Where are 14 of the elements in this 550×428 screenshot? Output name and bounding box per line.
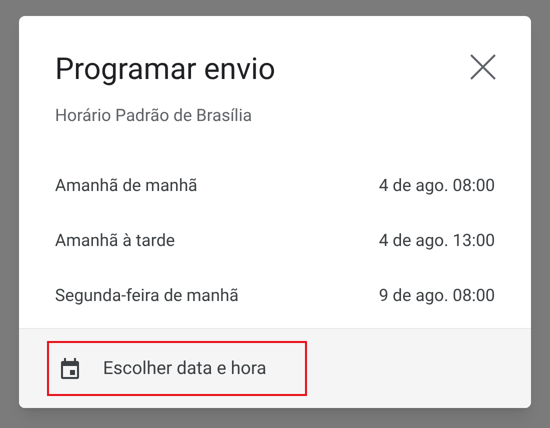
calendar-icon	[59, 356, 81, 380]
schedule-option[interactable]: Amanhã de manhã 4 de ago. 08:00	[19, 160, 531, 214]
option-time: 4 de ago. 13:00	[378, 230, 495, 254]
close-icon[interactable]	[470, 54, 496, 80]
dialog-title: Programar envio	[55, 51, 276, 89]
timezone-label: Horário Padrão de Brasília	[54, 105, 253, 128]
option-time: 9 de ago. 08:00	[378, 285, 495, 308]
option-label: Amanhã de manhã	[55, 175, 198, 198]
pick-date-time-button[interactable]: Escolher data e hora	[47, 341, 307, 396]
schedule-option[interactable]: Amanhã à tarde 4 de ago. 13:00	[19, 214, 531, 270]
schedule-option[interactable]: Segunda-feira de manhã 9 de ago. 08:00	[19, 270, 531, 324]
option-time: 4 de ago. 08:00	[378, 175, 495, 198]
option-label: Segunda-feira de manhã	[55, 285, 239, 308]
option-label: Amanhã à tarde	[55, 230, 175, 254]
